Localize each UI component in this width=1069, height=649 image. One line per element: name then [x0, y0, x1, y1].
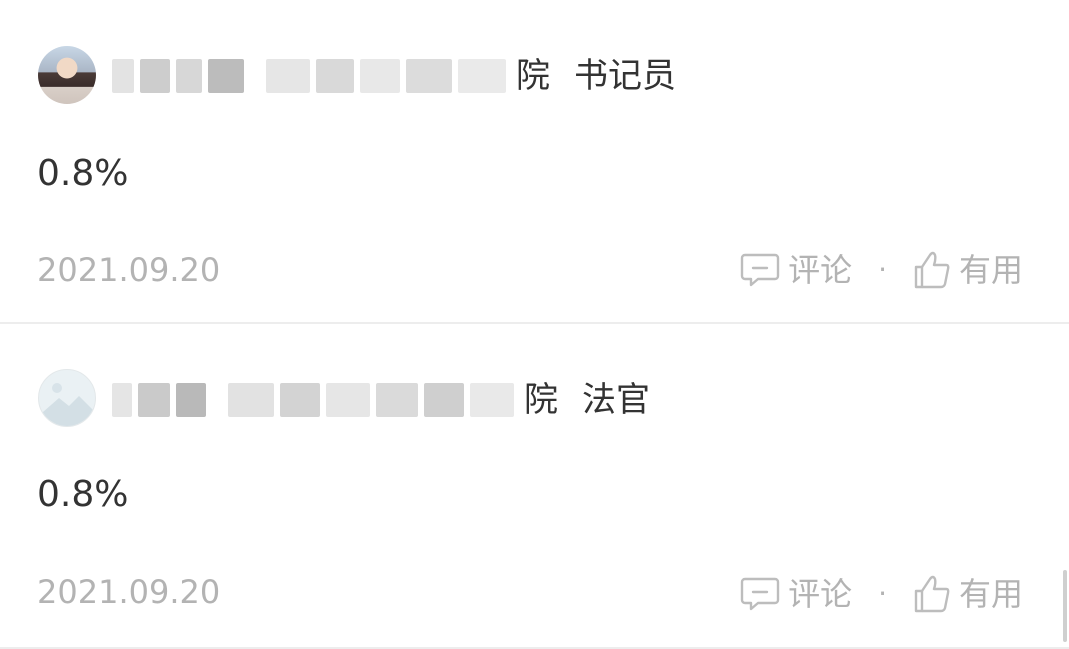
scrollbar[interactable] [1063, 570, 1067, 642]
author-role: 法官 [582, 380, 650, 420]
comment-date: 2021.09.20 [37, 251, 221, 289]
author-line: 院 书记员 [112, 46, 676, 106]
useful-label: 有用 [958, 251, 1023, 289]
comment-icon [740, 253, 780, 287]
comment-label: 评论 [788, 251, 853, 289]
useful-button[interactable]: 有用 [913, 574, 1023, 614]
avatar[interactable] [38, 46, 96, 104]
comment-card: 院 法官 0.8% 2021.09.20 评论 · 有用 [0, 324, 1069, 649]
separator: · [878, 577, 887, 610]
author-name-suffix: 院 [516, 56, 550, 96]
comment-card: 院 书记员 0.8% 2021.09.20 评论 · 有用 [0, 0, 1069, 324]
comment-actions: 评论 · 有用 [740, 574, 1023, 614]
comment-date: 2021.09.20 [37, 573, 221, 611]
redacted-name [112, 383, 514, 417]
author-line: 院 法官 [112, 370, 650, 430]
thumbs-up-icon [914, 575, 950, 613]
comment-button[interactable]: 评论 [740, 576, 852, 612]
comment-label: 评论 [788, 575, 853, 613]
useful-label: 有用 [958, 575, 1023, 613]
useful-button[interactable]: 有用 [913, 250, 1023, 290]
avatar[interactable] [38, 369, 96, 427]
comment-content: 0.8% [37, 153, 129, 194]
redacted-name [112, 59, 506, 93]
separator: · [878, 253, 887, 286]
author-name-suffix: 院 [524, 380, 558, 420]
comment-content: 0.8% [37, 474, 129, 515]
comment-icon [740, 577, 780, 611]
author-role: 书记员 [574, 56, 676, 96]
comment-actions: 评论 · 有用 [740, 250, 1023, 290]
comment-button[interactable]: 评论 [740, 252, 852, 288]
thumbs-up-icon [914, 251, 950, 289]
placeholder-image-icon [43, 383, 93, 426]
